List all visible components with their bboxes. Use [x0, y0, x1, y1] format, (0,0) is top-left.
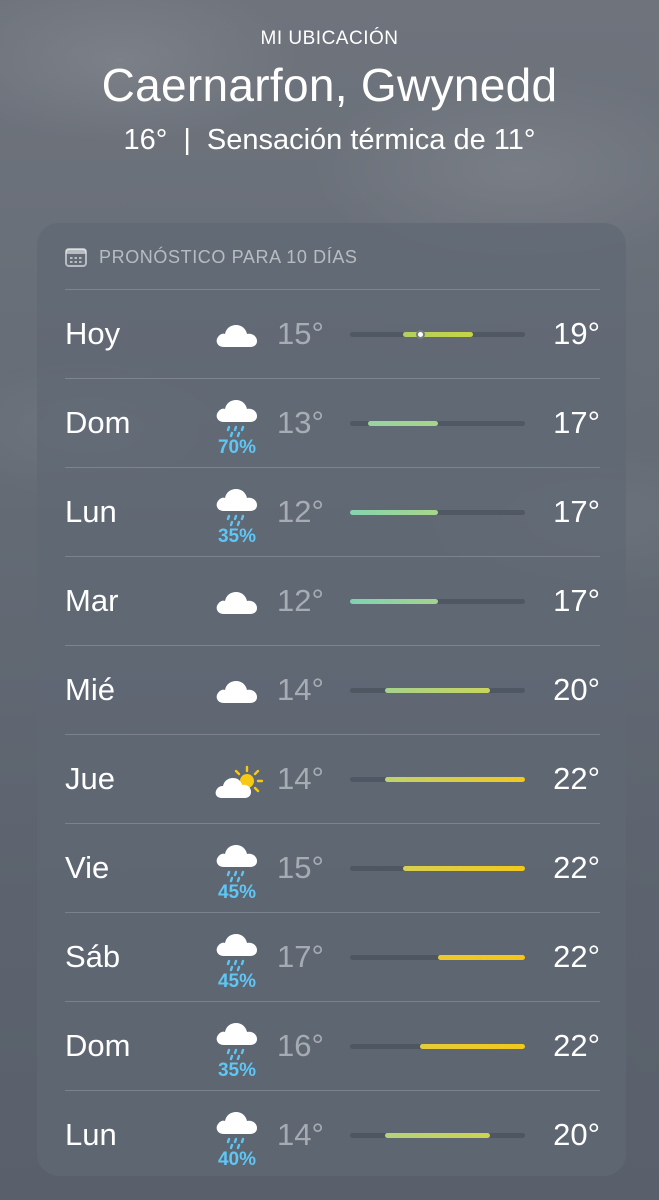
day-label: Mar	[65, 583, 119, 618]
high-temperature: 17°	[553, 405, 600, 440]
cloud-icon	[207, 557, 267, 646]
day-label: Jue	[65, 761, 115, 796]
low-temperature: 14°	[277, 672, 324, 707]
temperature-range-fill	[367, 421, 438, 426]
city-name: Caernarfon, Gwynedd	[101, 59, 558, 111]
forecast-row[interactable]: Mar 12° 17°	[65, 556, 600, 645]
high-temperature: 22°	[553, 939, 600, 974]
precipitation-chance: 70%	[217, 437, 257, 458]
cloud-icon	[207, 646, 267, 735]
low-temperature: 12°	[277, 494, 324, 529]
high-temperature: 20°	[553, 1117, 600, 1152]
temperature-range-fill	[402, 866, 525, 871]
temperature-range-bar	[350, 421, 525, 426]
day-label: Hoy	[65, 316, 121, 351]
temperature-range-bar	[350, 777, 525, 782]
forecast-row[interactable]: Lun 40% 14° 20°	[65, 1090, 600, 1179]
precipitation-chance: 35%	[217, 1060, 257, 1081]
temperature-range-bar	[350, 599, 525, 604]
location-header: MI UBICACIÓN Caernarfon, Gwynedd 16° | Sen…	[0, 0, 659, 210]
temperature-range-fill	[420, 1044, 525, 1049]
temperature-range-bar	[350, 866, 525, 871]
partly-cloudy-icon	[207, 735, 267, 824]
temperature-range-fill	[385, 777, 525, 782]
calendar-icon	[65, 247, 87, 267]
temperature-range-bar	[350, 688, 525, 693]
precipitation-chance: 40%	[217, 1149, 257, 1170]
feels-like: Sensación térmica de 11°	[206, 124, 536, 156]
low-temperature: 14°	[277, 1117, 324, 1152]
forecast-row[interactable]: Hoy 15° 19°	[65, 289, 600, 378]
rain-cloud-icon: 35%	[207, 468, 267, 557]
forecast-row[interactable]: Vie 45% 15° 22°	[65, 823, 600, 912]
temperature-range-fill	[385, 688, 490, 693]
current-temperature-dot	[415, 330, 425, 339]
location-label: MI UBICACIÓN	[260, 28, 399, 49]
rain-cloud-icon: 70%	[207, 379, 267, 468]
low-temperature: 13°	[277, 405, 324, 440]
temperature-range-bar	[350, 330, 525, 339]
current-conditions: 16° | Sensación térmica de 11°	[0, 124, 659, 157]
temperature-range-fill	[350, 510, 438, 515]
temperature-range-fill	[402, 332, 473, 337]
high-temperature: 22°	[553, 761, 600, 796]
forecast-row[interactable]: Mié 14° 20°	[65, 645, 600, 734]
cloud-icon	[207, 290, 267, 379]
low-temperature: 14°	[277, 761, 324, 796]
temperature-range-fill	[385, 1133, 490, 1138]
forecast-header: PRONÓSTICO PARA 10 DÍAS	[65, 245, 358, 269]
current-temperature: 16°	[123, 124, 168, 156]
day-label: Vie	[65, 850, 110, 885]
temperature-range-bar	[350, 1044, 525, 1049]
low-temperature: 12°	[277, 583, 324, 618]
day-label: Sáb	[65, 939, 121, 974]
high-temperature: 19°	[553, 316, 600, 351]
rain-cloud-icon: 45%	[207, 913, 267, 1002]
temperature-range-fill	[350, 599, 438, 604]
low-temperature: 15°	[277, 316, 324, 351]
precipitation-chance: 45%	[217, 882, 257, 903]
temperature-range-bar	[350, 1133, 525, 1138]
temperature-range-bar	[350, 510, 525, 515]
high-temperature: 17°	[553, 583, 600, 618]
forecast-title: PRONÓSTICO PARA 10 DÍAS	[99, 246, 358, 267]
forecast-row[interactable]: Dom 35% 16° 22°	[65, 1001, 600, 1090]
forecast-rows: Hoy 15° 19° Dom 70% 13° 17° Lun 35% 12° …	[37, 289, 626, 1179]
low-temperature: 17°	[277, 939, 324, 974]
ten-day-forecast-card[interactable]: PRONÓSTICO PARA 10 DÍAS Hoy 15° 19° Dom …	[37, 223, 626, 1176]
rain-cloud-icon: 40%	[207, 1091, 267, 1180]
day-label: Lun	[65, 1117, 117, 1152]
forecast-row[interactable]: Lun 35% 12° 17°	[65, 467, 600, 556]
forecast-row[interactable]: Sáb 45% 17° 22°	[65, 912, 600, 1001]
temperature-range-bar	[350, 955, 525, 960]
precipitation-chance: 35%	[217, 526, 257, 547]
separator: |	[183, 124, 191, 156]
day-label: Mié	[65, 672, 115, 707]
forecast-row[interactable]: Dom 70% 13° 17°	[65, 378, 600, 467]
day-label: Dom	[65, 1028, 131, 1063]
high-temperature: 20°	[553, 672, 600, 707]
high-temperature: 22°	[553, 850, 600, 885]
rain-cloud-icon: 45%	[207, 824, 267, 913]
precipitation-chance: 45%	[217, 971, 257, 992]
forecast-row[interactable]: Jue 14° 22°	[65, 734, 600, 823]
rain-cloud-icon: 35%	[207, 1002, 267, 1091]
high-temperature: 22°	[553, 1028, 600, 1063]
day-label: Dom	[65, 405, 131, 440]
low-temperature: 15°	[277, 850, 324, 885]
temperature-range-fill	[437, 955, 525, 960]
high-temperature: 17°	[553, 494, 600, 529]
day-label: Lun	[65, 494, 117, 529]
low-temperature: 16°	[277, 1028, 324, 1063]
